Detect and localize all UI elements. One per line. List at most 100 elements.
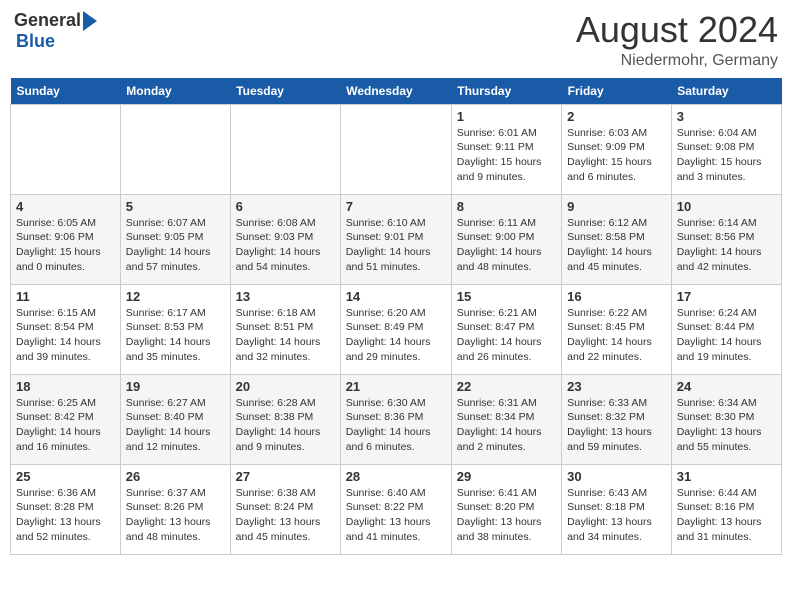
calendar-cell: 18 Sunrise: 6:25 AM Sunset: 8:42 PM Dayli… bbox=[11, 374, 121, 464]
day-info: Sunrise: 6:05 AM Sunset: 9:06 PM Dayligh… bbox=[16, 216, 115, 275]
weekday-header: Saturday bbox=[671, 78, 781, 105]
logo: General Blue bbox=[14, 10, 97, 52]
calendar-cell: 16 Sunrise: 6:22 AM Sunset: 8:45 PM Dayli… bbox=[562, 284, 672, 374]
calendar-cell: 15Sunrise: 6:21 AM Sunset: 8:47 PM Dayli… bbox=[451, 284, 561, 374]
calendar-cell bbox=[230, 104, 340, 194]
day-number: 2 bbox=[567, 109, 666, 124]
day-info: Sunrise: 6:44 AM Sunset: 8:16 PM Dayligh… bbox=[677, 486, 776, 545]
day-number: 16 bbox=[567, 289, 666, 304]
calendar-table: SundayMondayTuesdayWednesdayThursdayFrid… bbox=[10, 78, 782, 555]
weekday-header: Sunday bbox=[11, 78, 121, 105]
calendar-cell: 25 Sunrise: 6:36 AM Sunset: 8:28 PM Dayli… bbox=[11, 464, 121, 554]
day-info: Sunrise: 6:33 AM Sunset: 8:32 PM Dayligh… bbox=[567, 396, 666, 455]
day-number: 13 bbox=[236, 289, 335, 304]
calendar-cell: 26Sunrise: 6:37 AM Sunset: 8:26 PM Dayli… bbox=[120, 464, 230, 554]
day-info: Sunrise: 6:20 AM Sunset: 8:49 PM Dayligh… bbox=[346, 306, 446, 365]
day-info: Sunrise: 6:18 AM Sunset: 8:51 PM Dayligh… bbox=[236, 306, 335, 365]
day-number: 23 bbox=[567, 379, 666, 394]
calendar-cell: 19 Sunrise: 6:27 AM Sunset: 8:40 PM Dayli… bbox=[120, 374, 230, 464]
day-info: Sunrise: 6:36 AM Sunset: 8:28 PM Dayligh… bbox=[16, 486, 115, 545]
day-info: Sunrise: 6:12 AM Sunset: 8:58 PM Dayligh… bbox=[567, 216, 666, 275]
calendar-week-row: 18 Sunrise: 6:25 AM Sunset: 8:42 PM Dayli… bbox=[11, 374, 782, 464]
day-info: Sunrise: 6:25 AM Sunset: 8:42 PM Dayligh… bbox=[16, 396, 115, 455]
day-info: Sunrise: 6:40 AM Sunset: 8:22 PM Dayligh… bbox=[346, 486, 446, 545]
day-number: 20 bbox=[236, 379, 335, 394]
day-info: Sunrise: 6:01 AM Sunset: 9:11 PM Dayligh… bbox=[457, 126, 556, 185]
calendar-cell: 22Sunrise: 6:31 AM Sunset: 8:34 PM Dayli… bbox=[451, 374, 561, 464]
calendar-cell: 8 Sunrise: 6:11 AM Sunset: 9:00 PM Daylig… bbox=[451, 194, 561, 284]
day-number: 25 bbox=[16, 469, 115, 484]
calendar-body: 1 Sunrise: 6:01 AM Sunset: 9:11 PM Daylig… bbox=[11, 104, 782, 554]
calendar-cell bbox=[120, 104, 230, 194]
day-info: Sunrise: 6:34 AM Sunset: 8:30 PM Dayligh… bbox=[677, 396, 776, 455]
day-number: 30 bbox=[567, 469, 666, 484]
calendar-cell: 30 Sunrise: 6:43 AM Sunset: 8:18 PM Dayli… bbox=[562, 464, 672, 554]
day-number: 12 bbox=[126, 289, 225, 304]
day-number: 7 bbox=[346, 199, 446, 214]
day-number: 21 bbox=[346, 379, 446, 394]
day-info: Sunrise: 6:38 AM Sunset: 8:24 PM Dayligh… bbox=[236, 486, 335, 545]
day-number: 1 bbox=[457, 109, 556, 124]
calendar-cell: 11 Sunrise: 6:15 AM Sunset: 8:54 PM Dayli… bbox=[11, 284, 121, 374]
calendar-week-row: 11 Sunrise: 6:15 AM Sunset: 8:54 PM Dayli… bbox=[11, 284, 782, 374]
day-number: 24 bbox=[677, 379, 776, 394]
day-number: 11 bbox=[16, 289, 115, 304]
day-info: Sunrise: 6:27 AM Sunset: 8:40 PM Dayligh… bbox=[126, 396, 225, 455]
calendar-cell: 1 Sunrise: 6:01 AM Sunset: 9:11 PM Daylig… bbox=[451, 104, 561, 194]
calendar-cell: 21 Sunrise: 6:30 AM Sunset: 8:36 PM Dayli… bbox=[340, 374, 451, 464]
day-info: Sunrise: 6:15 AM Sunset: 8:54 PM Dayligh… bbox=[16, 306, 115, 365]
calendar-cell: 3Sunrise: 6:04 AM Sunset: 9:08 PM Daylig… bbox=[671, 104, 781, 194]
calendar-cell: 13 Sunrise: 6:18 AM Sunset: 8:51 PM Dayli… bbox=[230, 284, 340, 374]
calendar-cell: 20 Sunrise: 6:28 AM Sunset: 8:38 PM Dayli… bbox=[230, 374, 340, 464]
day-number: 4 bbox=[16, 199, 115, 214]
day-info: Sunrise: 6:43 AM Sunset: 8:18 PM Dayligh… bbox=[567, 486, 666, 545]
day-number: 5 bbox=[126, 199, 225, 214]
calendar-cell: 29Sunrise: 6:41 AM Sunset: 8:20 PM Dayli… bbox=[451, 464, 561, 554]
calendar-cell: 14Sunrise: 6:20 AM Sunset: 8:49 PM Dayli… bbox=[340, 284, 451, 374]
weekday-header: Thursday bbox=[451, 78, 561, 105]
day-info: Sunrise: 6:30 AM Sunset: 8:36 PM Dayligh… bbox=[346, 396, 446, 455]
location-subtitle: Niedermohr, Germany bbox=[576, 52, 778, 70]
calendar-header: SundayMondayTuesdayWednesdayThursdayFrid… bbox=[11, 78, 782, 105]
day-info: Sunrise: 6:24 AM Sunset: 8:44 PM Dayligh… bbox=[677, 306, 776, 365]
logo-general-text: General bbox=[14, 10, 81, 31]
calendar-cell: 24 Sunrise: 6:34 AM Sunset: 8:30 PM Dayli… bbox=[671, 374, 781, 464]
day-info: Sunrise: 6:17 AM Sunset: 8:53 PM Dayligh… bbox=[126, 306, 225, 365]
weekday-header: Wednesday bbox=[340, 78, 451, 105]
weekday-header: Friday bbox=[562, 78, 672, 105]
day-number: 31 bbox=[677, 469, 776, 484]
calendar-cell: 17Sunrise: 6:24 AM Sunset: 8:44 PM Dayli… bbox=[671, 284, 781, 374]
day-number: 8 bbox=[457, 199, 556, 214]
day-info: Sunrise: 6:08 AM Sunset: 9:03 PM Dayligh… bbox=[236, 216, 335, 275]
calendar-cell: 9 Sunrise: 6:12 AM Sunset: 8:58 PM Daylig… bbox=[562, 194, 672, 284]
day-info: Sunrise: 6:37 AM Sunset: 8:26 PM Dayligh… bbox=[126, 486, 225, 545]
weekday-header: Monday bbox=[120, 78, 230, 105]
calendar-week-row: 25 Sunrise: 6:36 AM Sunset: 8:28 PM Dayli… bbox=[11, 464, 782, 554]
calendar-cell bbox=[340, 104, 451, 194]
month-year-title: August 2024 bbox=[576, 10, 778, 50]
day-info: Sunrise: 6:21 AM Sunset: 8:47 PM Dayligh… bbox=[457, 306, 556, 365]
calendar-week-row: 1 Sunrise: 6:01 AM Sunset: 9:11 PM Daylig… bbox=[11, 104, 782, 194]
day-number: 6 bbox=[236, 199, 335, 214]
page-header: General Blue August 2024 Niedermohr, Ger… bbox=[10, 10, 782, 70]
day-number: 19 bbox=[126, 379, 225, 394]
header-row: SundayMondayTuesdayWednesdayThursdayFrid… bbox=[11, 78, 782, 105]
day-number: 28 bbox=[346, 469, 446, 484]
day-info: Sunrise: 6:07 AM Sunset: 9:05 PM Dayligh… bbox=[126, 216, 225, 275]
calendar-cell: 23 Sunrise: 6:33 AM Sunset: 8:32 PM Dayli… bbox=[562, 374, 672, 464]
logo-blue-text: Blue bbox=[16, 31, 55, 52]
calendar-cell: 28 Sunrise: 6:40 AM Sunset: 8:22 PM Dayli… bbox=[340, 464, 451, 554]
day-number: 10 bbox=[677, 199, 776, 214]
weekday-header: Tuesday bbox=[230, 78, 340, 105]
day-info: Sunrise: 6:11 AM Sunset: 9:00 PM Dayligh… bbox=[457, 216, 556, 275]
day-info: Sunrise: 6:22 AM Sunset: 8:45 PM Dayligh… bbox=[567, 306, 666, 365]
day-number: 3 bbox=[677, 109, 776, 124]
day-info: Sunrise: 6:28 AM Sunset: 8:38 PM Dayligh… bbox=[236, 396, 335, 455]
calendar-cell: 5 Sunrise: 6:07 AM Sunset: 9:05 PM Daylig… bbox=[120, 194, 230, 284]
calendar-cell: 7 Sunrise: 6:10 AM Sunset: 9:01 PM Daylig… bbox=[340, 194, 451, 284]
day-number: 9 bbox=[567, 199, 666, 214]
day-info: Sunrise: 6:41 AM Sunset: 8:20 PM Dayligh… bbox=[457, 486, 556, 545]
day-number: 27 bbox=[236, 469, 335, 484]
day-info: Sunrise: 6:10 AM Sunset: 9:01 PM Dayligh… bbox=[346, 216, 446, 275]
day-number: 18 bbox=[16, 379, 115, 394]
